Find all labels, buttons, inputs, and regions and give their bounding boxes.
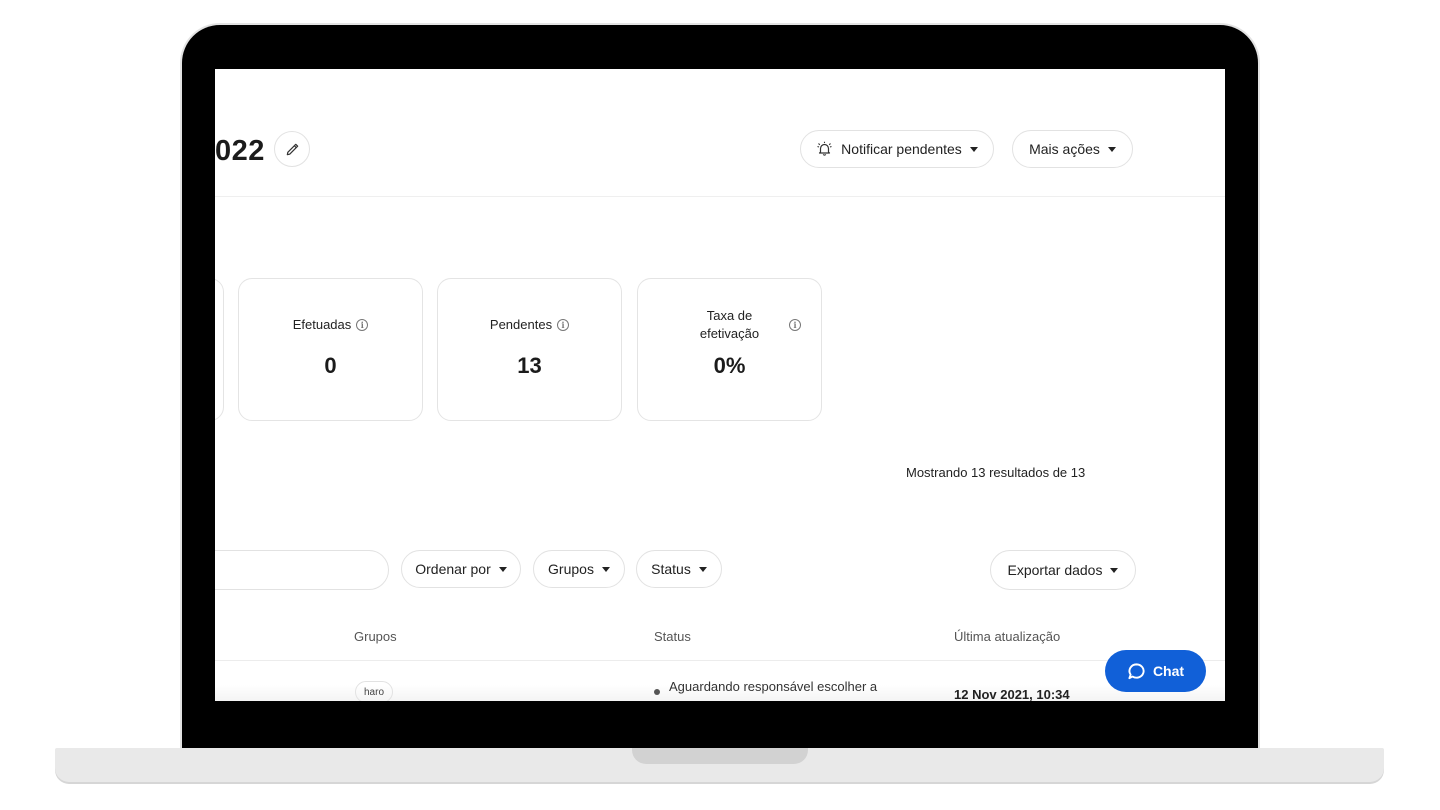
stat-value: 0% xyxy=(713,353,746,378)
results-count: Mostrando 13 resultados de 13 xyxy=(906,465,1086,480)
stat-label: Taxa de efetivação xyxy=(699,308,760,341)
notify-pending-button[interactable]: Notificar pendentes xyxy=(800,130,994,168)
info-icon[interactable]: i xyxy=(557,318,570,331)
stat-card-completed: Efetuadas i 0 xyxy=(238,278,423,421)
stat-card-rate: Taxa de efetivação i 0% xyxy=(637,278,822,421)
status-text: Aguardando responsável escolher a xyxy=(669,679,878,694)
last-updated-text: 12 Nov 2021, 10:34 xyxy=(954,687,1070,701)
column-header-status[interactable]: Status xyxy=(654,629,691,644)
more-actions-label: Mais ações xyxy=(1029,141,1100,157)
bell-icon xyxy=(817,141,832,156)
chat-label: Chat xyxy=(1152,663,1185,679)
info-icon[interactable]: i xyxy=(789,319,801,331)
group-tag: haro xyxy=(355,681,394,701)
status-filter-label: Status xyxy=(651,561,691,577)
chat-bubble-icon xyxy=(1128,662,1145,679)
info-icon[interactable]: i xyxy=(356,318,369,331)
stat-card-partial xyxy=(215,278,224,421)
stat-value: 0 xyxy=(324,353,337,378)
app-screen: 022 Notificar pendentes Mais ações Efetu… xyxy=(215,69,1225,701)
column-header-groups[interactable]: Grupos xyxy=(354,629,397,644)
chevron-down-icon xyxy=(698,566,707,572)
header-divider xyxy=(215,196,1225,197)
column-header-last-updated[interactable]: Última atualização xyxy=(954,629,1060,644)
groups-filter-label: Grupos xyxy=(548,561,594,577)
chevron-down-icon xyxy=(601,566,610,572)
pencil-icon xyxy=(286,143,298,155)
chat-button[interactable]: Chat xyxy=(1105,650,1206,692)
chevron-down-icon xyxy=(1107,146,1116,152)
notify-pending-label: Notificar pendentes xyxy=(841,141,962,157)
status-dot xyxy=(654,689,660,695)
export-data-button[interactable]: Exportar dados xyxy=(990,550,1136,590)
export-data-label: Exportar dados xyxy=(1007,562,1103,578)
more-actions-button[interactable]: Mais ações xyxy=(1012,130,1133,168)
chevron-down-icon xyxy=(1110,567,1119,573)
page-title: 022 xyxy=(215,135,265,167)
stat-label: Efetuadas xyxy=(292,317,352,332)
chevron-down-icon xyxy=(969,146,978,152)
status-filter-button[interactable]: Status xyxy=(636,550,722,588)
edit-title-button[interactable] xyxy=(274,131,310,167)
stat-value: 13 xyxy=(517,353,542,378)
search-input[interactable] xyxy=(215,550,389,590)
sort-label: Ordenar por xyxy=(415,561,491,577)
groups-filter-button[interactable]: Grupos xyxy=(533,550,625,588)
chevron-down-icon xyxy=(498,566,507,572)
laptop-notch xyxy=(632,748,808,764)
sort-button[interactable]: Ordenar por xyxy=(401,550,521,588)
stat-card-pending: Pendentes i 13 xyxy=(437,278,622,421)
stat-label: Pendentes xyxy=(489,317,553,332)
